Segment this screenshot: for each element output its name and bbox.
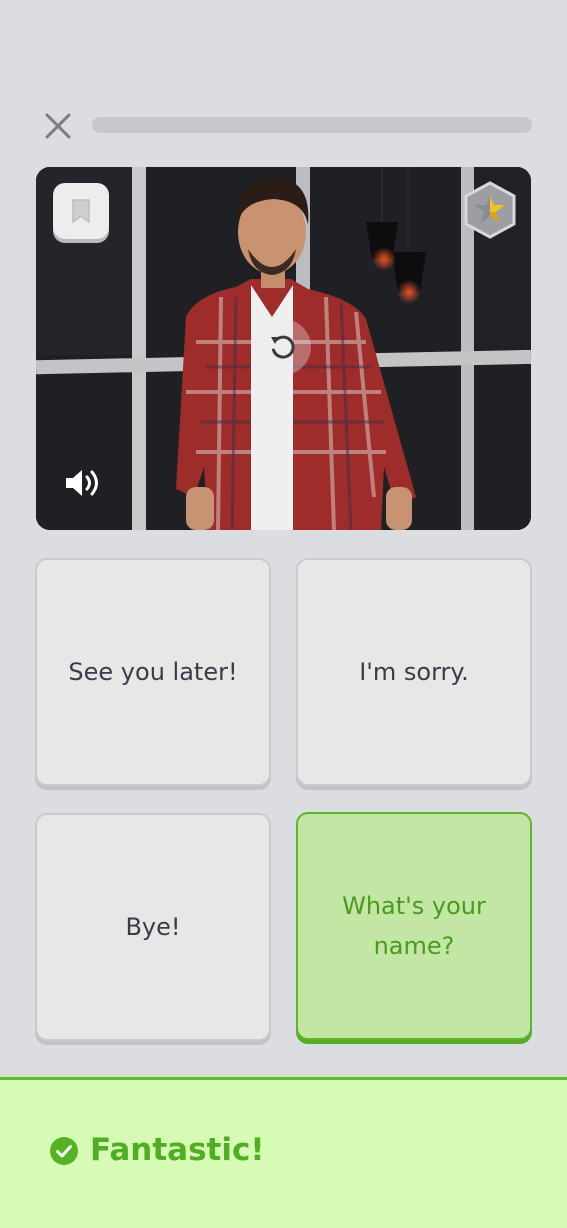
speaker-icon [66,470,98,496]
video-player[interactable] [36,167,531,530]
feedback-banner: Fantastic! [0,1077,567,1228]
answer-option-label: I'm sorry. [359,658,469,686]
close-button[interactable] [38,106,78,146]
answer-option-label: What's your name? [342,892,486,960]
answer-option-4[interactable]: What's your name? [296,812,532,1040]
star-hexagon-badge-icon[interactable] [463,181,517,239]
bookmark-button[interactable] [53,183,109,239]
replay-button[interactable] [255,319,311,375]
feedback-message: Fantastic! [90,1132,265,1168]
top-bar [0,0,567,160]
bookmark-icon [72,199,90,224]
replay-icon [271,335,295,359]
lesson-progress-bar [92,117,532,133]
answer-option-label: See you later! [68,658,238,686]
sound-button[interactable] [62,465,104,501]
answer-option-1[interactable]: See you later! [35,558,271,786]
close-icon [45,113,71,139]
answer-option-label: Bye! [125,913,181,941]
answer-option-2[interactable]: I'm sorry. [296,558,532,786]
answer-option-3[interactable]: Bye! [35,813,271,1041]
check-circle-icon [50,1137,78,1165]
